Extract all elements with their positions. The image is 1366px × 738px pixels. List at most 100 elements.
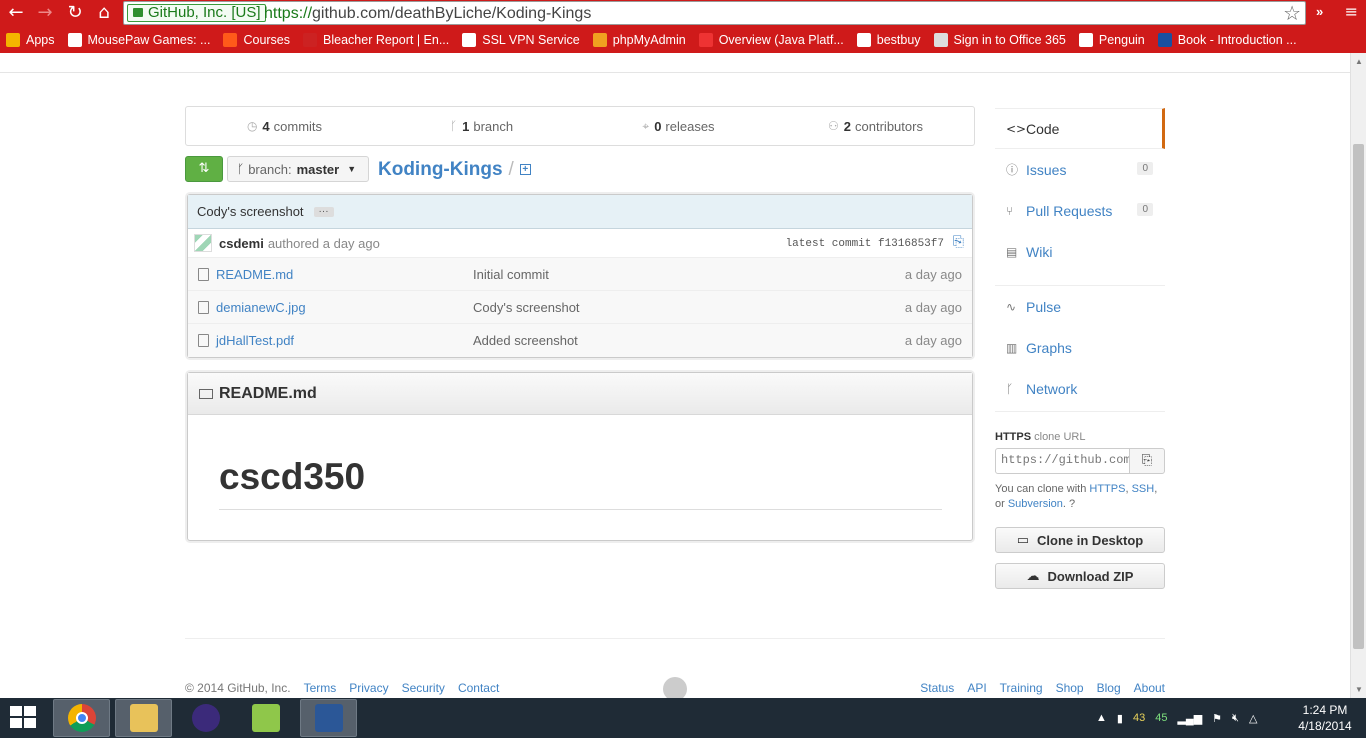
tray-counter-2[interactable]: 45: [1155, 712, 1167, 724]
ev-certificate-badge[interactable]: GitHub, Inc. [US]: [127, 4, 266, 22]
footer-link[interactable]: Security: [402, 681, 445, 695]
scroll-down-arrow-icon[interactable]: ▼: [1351, 681, 1366, 698]
extensions-overflow-icon[interactable]: »: [1316, 4, 1323, 19]
footer-link[interactable]: Terms: [304, 681, 337, 695]
bookmark-label: Sign in to Office 365: [953, 33, 1066, 47]
clone-protocol[interactable]: HTTPS: [995, 431, 1031, 443]
path-separator: /: [508, 159, 514, 180]
sidebar-item-graphs[interactable]: ▥ Graphs: [995, 327, 1165, 368]
signal-icon[interactable]: ▂▄▆: [1177, 712, 1202, 725]
branch-summary[interactable]: ᚴ 1 branch: [383, 107, 580, 145]
address-bar[interactable]: GitHub, Inc. [US] https://github.com/dea…: [123, 1, 1306, 25]
url-text[interactable]: https://github.com/deathByLiche/Koding-K…: [264, 4, 591, 23]
branch-select-button[interactable]: ᚴ branch: master ▼: [227, 156, 369, 182]
sidebar-item-wiki[interactable]: ▤ Wiki: [995, 231, 1165, 272]
readme-panel: README.md cscd350: [187, 372, 973, 541]
bookmark-item[interactable]: Overview (Java Platf...: [698, 33, 844, 47]
latest-commit-sha[interactable]: latest commit f1316853f7: [786, 238, 944, 250]
sidebar-item-label: Network: [1026, 380, 1078, 397]
footer-link[interactable]: About: [1134, 681, 1165, 695]
forward-arrow-icon[interactable]: →: [33, 2, 57, 24]
commits-summary[interactable]: ◷ 4 commits: [186, 107, 383, 145]
show-hidden-icons-icon[interactable]: ▲: [1096, 712, 1107, 724]
repo-name-link[interactable]: Koding-Kings: [378, 159, 503, 180]
download-zip-button[interactable]: ☁ Download ZIP: [995, 563, 1165, 589]
clone-ssh-link[interactable]: SSH: [1132, 483, 1155, 495]
sidebar-item-code[interactable]: <> Code: [995, 108, 1165, 149]
volume-mute-icon[interactable]: 🔇︎: [1232, 712, 1239, 725]
sidebar-item-pull-requests[interactable]: ⑂ Pull Requests 0: [995, 190, 1165, 231]
question-icon[interactable]: ?: [1069, 498, 1075, 510]
footer-link[interactable]: Contact: [458, 681, 499, 695]
releases-summary[interactable]: ⌖ 0 releases: [580, 107, 777, 145]
clone-url-input[interactable]: https://github.com/deathByLiche/Koding-K…: [995, 448, 1130, 474]
file-name-link[interactable]: jdHallTest.pdf: [216, 333, 294, 348]
commit-author[interactable]: csdemi: [219, 236, 264, 251]
bookmark-item[interactable]: Penguin: [1078, 33, 1145, 47]
footer-link[interactable]: Shop: [1056, 681, 1084, 695]
footer-link[interactable]: Privacy: [349, 681, 388, 695]
commit-message[interactable]: Cody's screenshot: [197, 204, 304, 219]
sidebar-item-network[interactable]: ᚴ Network: [995, 368, 1165, 409]
bookmark-item[interactable]: Courses: [223, 33, 290, 47]
help-end: .: [1062, 498, 1066, 510]
file-commit-message[interactable]: Added screenshot: [473, 333, 578, 348]
battery-icon[interactable]: ▮: [1117, 712, 1123, 725]
chrome-menu-icon[interactable]: ≡: [1345, 2, 1358, 21]
footer-link[interactable]: Training: [1000, 681, 1043, 695]
compare-review-button[interactable]: ⇅: [185, 156, 223, 182]
windows-start-icon[interactable]: [10, 706, 38, 730]
taskbar-eclipse[interactable]: [177, 699, 234, 737]
sidebar-item-pulse[interactable]: ∿ Pulse: [995, 286, 1165, 327]
sidebar-item-issues[interactable]: ⓘ Issues 0: [995, 149, 1165, 190]
taskbar-file-explorer[interactable]: [115, 699, 172, 737]
taskbar-clock[interactable]: 1:24 PM 4/18/2014: [1290, 702, 1360, 734]
scrollbar-thumb[interactable]: [1353, 144, 1364, 649]
contributors-summary[interactable]: ⚇ 2 contributors: [777, 107, 974, 145]
desktop-icon: ▭: [1016, 532, 1030, 548]
bookmark-item[interactable]: SSL VPN Service: [462, 33, 580, 47]
bookmark-item[interactable]: Book - Introduction ...: [1157, 33, 1297, 47]
bookmark-star-icon[interactable]: ☆: [1283, 2, 1301, 24]
home-icon[interactable]: ⌂: [92, 2, 116, 24]
footer-link[interactable]: Blog: [1097, 681, 1121, 695]
cloud-download-icon: ☁: [1026, 568, 1040, 584]
github-page: ◷ 4 commits ᚴ 1 branch ⌖ 0 releases ⚇ 2 …: [0, 53, 1350, 698]
bookmark-item[interactable]: phpMyAdmin: [592, 33, 686, 47]
scroll-up-arrow-icon[interactable]: ▲: [1351, 53, 1366, 70]
google-drive-icon[interactable]: △: [1249, 712, 1257, 725]
bookmark-item[interactable]: Bleacher Report | En...: [303, 33, 449, 47]
browse-code-icon[interactable]: ⎘: [953, 234, 964, 250]
bookmark-item[interactable]: bestbuy: [856, 33, 921, 47]
github-mark-icon[interactable]: [663, 677, 687, 698]
file-name-link[interactable]: README.md: [216, 267, 293, 282]
copy-clipboard-button[interactable]: ⎘: [1129, 448, 1165, 474]
add-file-icon[interactable]: +: [519, 164, 531, 176]
bookmark-item[interactable]: Apps: [6, 33, 55, 47]
clone-subversion-link[interactable]: Subversion: [1008, 498, 1063, 510]
commit-expand-button[interactable]: ···: [313, 206, 334, 217]
reload-icon[interactable]: ↻: [63, 2, 87, 24]
bookmark-item[interactable]: Sign in to Office 365: [933, 33, 1066, 47]
footer-link[interactable]: Status: [920, 681, 954, 695]
file-commit-message[interactable]: Initial commit: [473, 267, 549, 282]
clone-help-text: You can clone with HTTPS, SSH, or Subver…: [995, 482, 1167, 512]
footer-link[interactable]: API: [967, 681, 986, 695]
taskbar-word[interactable]: [300, 699, 357, 737]
taskbar-chrome[interactable]: [53, 699, 110, 737]
page-scrollbar[interactable]: ▲ ▼: [1350, 53, 1366, 698]
avatar[interactable]: [194, 234, 212, 252]
eclipse-icon: [191, 704, 220, 732]
tray-counter-1[interactable]: 43: [1133, 712, 1145, 724]
bookmark-label: bestbuy: [876, 33, 921, 47]
taskbar-notepad-plus[interactable]: [237, 699, 294, 737]
back-arrow-icon[interactable]: ←: [4, 2, 28, 24]
clone-https-link[interactable]: HTTPS: [1089, 483, 1125, 495]
ev-badge-label: GitHub, Inc. [US]: [148, 4, 261, 21]
bookmark-favicon-icon: [592, 33, 607, 47]
file-commit-message[interactable]: Cody's screenshot: [473, 300, 580, 315]
clone-in-desktop-button[interactable]: ▭ Clone in Desktop: [995, 527, 1165, 553]
flag-icon[interactable]: ⚑: [1212, 712, 1222, 725]
bookmark-item[interactable]: MousePaw Games: ...: [67, 33, 210, 47]
file-name-link[interactable]: demianewC.jpg: [216, 300, 306, 315]
